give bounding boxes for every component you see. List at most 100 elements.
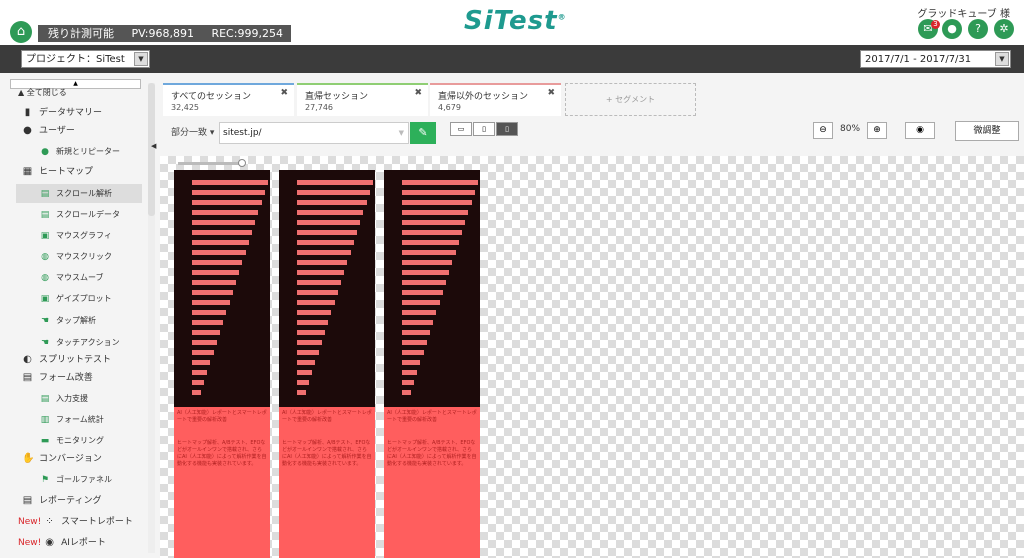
segment-title: 直帰セッション [305,92,369,102]
stats-label: 残り計測可能 [48,27,114,40]
monitoring-icon: ▬ [40,435,50,446]
mobile-device-button[interactable]: ▯ [496,122,518,136]
sidebar-item-user[interactable]: ● ユーザー [22,122,75,141]
sidebar-item-smart-report[interactable]: New! ⁘ スマートレポート [18,513,133,532]
touch-action-icon: ☚ [40,337,50,348]
zoom-out-button[interactable]: ⊖ [813,122,833,139]
scroll-bar-row [402,290,443,295]
project-select[interactable]: プロジェクト：SiTest ▼ [21,50,150,68]
sidebar-item-input-support[interactable]: ▤ 入力支援 [40,389,88,408]
new-badge: New! [18,517,42,527]
scroll-bar-row [297,340,322,345]
help-icon[interactable]: ? [968,19,988,39]
scroll-bar-row [402,370,418,375]
scroll-bar-row [192,300,230,305]
scroll-bar-row [297,330,325,335]
home-icon[interactable]: ⌂ [10,21,32,43]
form-stats-icon: ▥ [40,414,50,425]
zoom-level: 80% [840,124,861,134]
settings-gear-icon[interactable]: ✲ [994,19,1014,39]
scroll-bar-row [402,350,424,355]
user-icon: ● [23,125,32,136]
zoom-in-button[interactable]: ⊕ [867,122,887,139]
sidebar-item-data-summary[interactable]: ▮ データサマリー [22,104,102,123]
scroll-bar-row [402,380,414,385]
scroll-bar-row [297,360,316,365]
input-support-icon: ▤ [40,393,50,404]
sidebar-item-monitoring[interactable]: ▬ モニタリング [40,431,104,450]
close-icon[interactable]: ✖ [547,88,555,98]
sidebar-item-ai-report[interactable]: New! ◉ AIレポート [18,534,106,553]
sidebar-item-mouse-click[interactable]: ◍ マウスクリック [40,247,112,266]
segment-bounce-sessions[interactable]: 直帰セッション 27,746 ✖ [297,83,428,116]
chevron-down-icon: ▼ [398,129,404,137]
sidebar-item-scroll-analysis[interactable]: ▤ スクロール解析 [16,184,142,203]
heatmap-panel-all: AI（人工知能）レポートとスマートレポートで重要の解析改善 ヒートマップ解析、A/… [174,170,270,558]
scroll-bar-row [402,250,456,255]
sidebar-handle-icon[interactable]: ◀ [151,142,156,150]
scroll-data-icon: ▤ [40,209,50,220]
fine-adjust-button[interactable]: 微調整 [955,121,1019,141]
url-input[interactable]: sitest.jp/▼ [219,122,409,144]
sidebar-item-form[interactable]: ▤ フォーム改善 [22,369,93,388]
eye-icon[interactable]: ◉ [905,122,935,139]
close-icon[interactable]: ✖ [414,88,422,98]
sidebar-item-new-repeater[interactable]: ● 新規とリピーター [40,142,120,161]
scroll-bar-row [402,190,475,195]
heatmap-dark-overlay [279,170,375,407]
match-type-select[interactable]: 部分一致 ▾ [168,122,220,144]
clipboard-icon: ▤ [22,495,33,506]
opacity-slider-knob[interactable] [238,159,246,167]
scroll-bar-row [297,390,306,395]
edit-pencil-button[interactable]: ✎ [410,122,436,144]
opacity-slider[interactable] [178,162,242,165]
sidebar-item-touch-action[interactable]: ☚ タッチアクション [40,333,120,352]
date-range-select[interactable]: 2017/7/1 - 2017/7/31 ▼ [860,50,1011,68]
collapse-all-link[interactable]: ▲ 全て閉じる [18,83,67,102]
segment-all-sessions[interactable]: すべてのセッション 32,425 ✖ [163,83,294,116]
sidebar-item-split-test[interactable]: ◐ スプリットテスト [22,351,111,370]
scroll-bar-row [192,280,236,285]
scroll-bar-row [402,280,446,285]
mouse-click-icon: ◍ [41,251,49,262]
project-bar: プロジェクト：SiTest ▼ 2017/7/1 - 2017/7/31 ▼ [0,45,1024,73]
scroll-bar-row [192,180,268,185]
tablet-device-button[interactable]: ▯ [473,122,495,136]
add-segment-button[interactable]: + セグメント [565,83,696,116]
sidebar-item-scroll-data[interactable]: ▤ スクロールデータ [40,205,120,224]
close-icon[interactable]: ✖ [280,88,288,98]
sidebar-item-reporting[interactable]: ▤ レポーティング [22,492,102,511]
sidebar: ▲ ◀ ▲ 全て閉じる ▮ データサマリー ● ユーザー ● 新規とリピーター ▦ ヒー… [0,73,158,558]
scroll-bar-row [402,340,427,345]
scroll-bar-row [297,370,313,375]
scroll-bar-row [297,200,367,205]
sidebar-item-form-stats[interactable]: ▥ フォーム統計 [40,410,104,429]
segment-title: 直帰以外のセッション [438,92,529,102]
funnel-icon: ⚑ [40,474,50,485]
scroll-bar-row [297,270,345,275]
sidebar-item-conversion[interactable]: ✋ コンバージョン [22,450,102,469]
scroll-bar-row [192,270,240,275]
scroll-bar-row [192,380,204,385]
app-window: ⌂ 残り計測可能 PV:968,891 REC:999,254 SiTest® … [0,0,1024,558]
heatmap-dark-overlay [384,170,480,407]
sidebar-item-heatmap[interactable]: ▦ ヒートマップ [22,163,93,182]
user-account-icon[interactable]: ● [942,19,962,39]
desktop-device-button[interactable]: ▭ [450,122,472,136]
scroll-bar-row [402,230,462,235]
scroll-bar-row [297,280,341,285]
sidebar-item-gaze-plot[interactable]: ▣ ゲイズプロット [40,289,112,308]
new-badge: New! [18,538,42,548]
notification-badge: 3 [931,20,940,29]
scroll-bar-row [297,220,361,225]
segment-title: すべてのセッション [171,92,252,102]
scroll-bar-row [402,200,472,205]
sidebar-item-mouse-move[interactable]: ◍ マウスムーブ [40,268,103,287]
sidebar-item-mouse-graphy[interactable]: ▣ マウスグラフィ [40,226,112,245]
scroll-bar-row [297,300,335,305]
segment-non-bounce-sessions[interactable]: 直帰以外のセッション 4,679 ✖ [430,83,561,116]
sidebar-item-goal-funnel[interactable]: ⚑ ゴールファネル [40,470,112,489]
scroll-bar-row [192,190,265,195]
scroll-bar-row [402,270,450,275]
sidebar-item-tap[interactable]: ☚ タップ解析 [40,311,96,330]
